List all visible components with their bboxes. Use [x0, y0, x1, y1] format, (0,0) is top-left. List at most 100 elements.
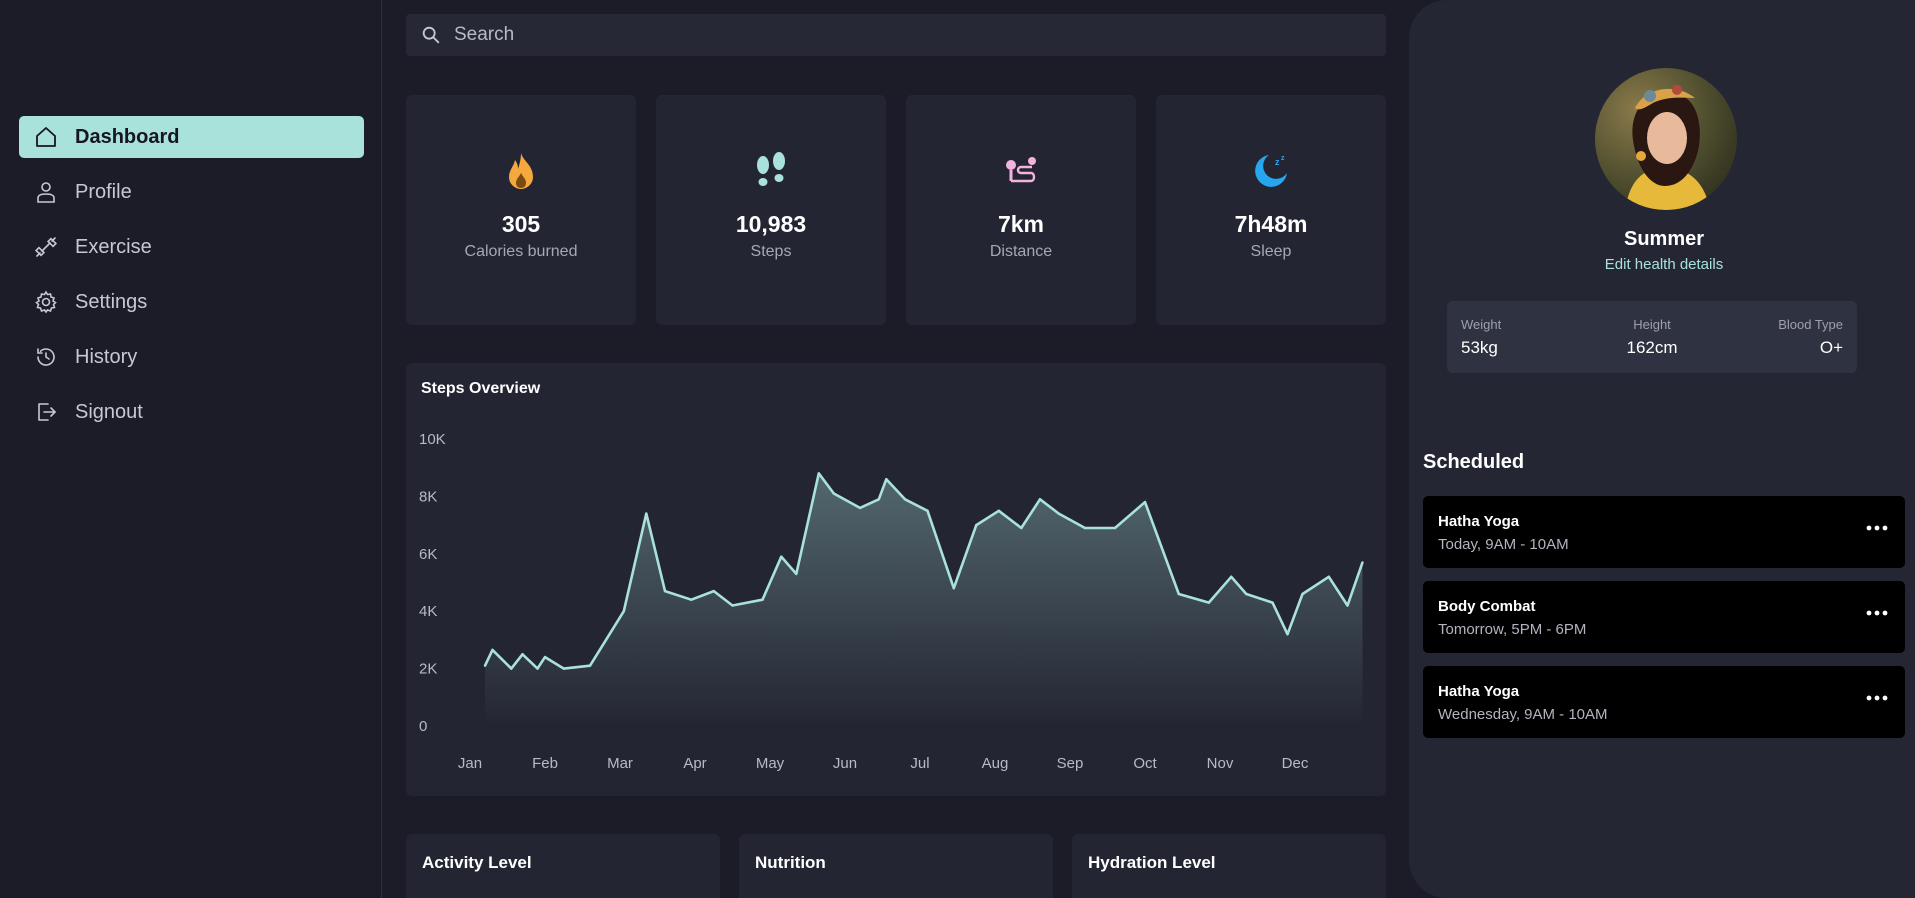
svg-text:z: z: [1281, 155, 1285, 162]
main-content: 305 Calories burned 10,983 Steps 7km Dis…: [406, 0, 1386, 898]
steps-data-point: [1020, 526, 1023, 530]
gear-icon: [33, 289, 59, 315]
activity-level-card: Activity Level: [406, 834, 720, 898]
health-summary: Weight 53kg Height 162cm Blood Type O+: [1447, 301, 1857, 373]
stat-card-distance: 7km Distance: [906, 95, 1136, 325]
steps-data-point: [1245, 592, 1248, 596]
footprints-icon: [656, 151, 886, 191]
stats-row: 305 Calories burned 10,983 Steps 7km Dis…: [406, 95, 1386, 325]
x-tick-label: Apr: [683, 755, 706, 772]
steps-data-point: [1271, 601, 1274, 604]
more-options-icon[interactable]: [1865, 518, 1889, 538]
steps-data-point: [731, 604, 734, 607]
sidebar-item-label: History: [75, 345, 138, 368]
flame-icon: [406, 151, 636, 191]
y-tick-label: 2K: [419, 661, 437, 678]
x-tick-label: May: [756, 755, 785, 772]
sidebar-item-label: Settings: [75, 290, 148, 313]
scheduled-item-time: Tomorrow, 5PM - 6PM: [1438, 621, 1587, 638]
steps-data-point: [712, 589, 715, 593]
scheduled-item-time: Wednesday, 9AM - 10AM: [1438, 706, 1608, 723]
edit-health-details-link[interactable]: Edit health details: [1409, 256, 1915, 273]
x-tick-label: Feb: [532, 755, 558, 772]
steps-data-point: [622, 610, 625, 613]
steps-chart: 10K 8K 6K 4K 2K 0 Jan Feb Mar Apr May Jun Jul Aug Sep O…: [419, 431, 1364, 772]
sidebar-item-signout[interactable]: Signout: [19, 391, 364, 433]
x-tick-label: Jul: [910, 755, 929, 772]
app-root: Dashboard Profile Exercise Settings Hist…: [0, 0, 1915, 898]
steps-data-point: [1057, 512, 1060, 515]
avatar[interactable]: [1595, 68, 1737, 210]
stat-value: 7km: [997, 211, 1045, 237]
steps-data-point: [562, 667, 565, 670]
steps-data-point: [543, 655, 547, 659]
sidebar-item-exercise[interactable]: Exercise: [19, 226, 364, 268]
scheduled-item-name: Body Combat: [1438, 598, 1536, 615]
steps-data-point: [1207, 601, 1210, 604]
steps-data-point: [1038, 498, 1042, 501]
steps-data-point: [1230, 575, 1233, 578]
stat-label: Calories burned: [464, 243, 578, 260]
steps-data-point: [877, 498, 880, 501]
sidebar-item-history[interactable]: History: [19, 336, 364, 378]
scheduled-item-name: Hatha Yoga: [1438, 683, 1520, 700]
scheduled-item[interactable]: Hatha Yoga Wednesday, 9AM - 10AM: [1423, 666, 1905, 738]
more-options-icon[interactable]: [1865, 688, 1889, 708]
sidebar-item-settings[interactable]: Settings: [19, 281, 364, 323]
stat-card-calories: 305 Calories burned: [406, 95, 636, 325]
search-bar: [406, 14, 1386, 56]
moon-sleep-icon: zz: [1156, 151, 1386, 191]
steps-data-point: [1083, 526, 1087, 530]
sidebar-item-label: Profile: [75, 180, 132, 203]
stat-label: Distance: [989, 243, 1053, 260]
scheduled-item[interactable]: Body Combat Tomorrow, 5PM - 6PM: [1423, 581, 1905, 653]
sidebar-item-label: Exercise: [75, 235, 152, 258]
y-tick-label: 0: [419, 718, 427, 735]
steps-data-point: [975, 523, 978, 527]
sidebar: Dashboard Profile Exercise Settings Hist…: [0, 0, 382, 898]
steps-data-point: [952, 587, 955, 590]
y-tick-label: 4K: [419, 603, 437, 620]
steps-data-point: [1361, 561, 1364, 564]
sidebar-item-profile[interactable]: Profile: [19, 171, 364, 213]
health-blood-type: Blood Type O+: [1778, 317, 1843, 358]
search-icon: [420, 24, 442, 46]
steps-data-point: [795, 572, 798, 576]
steps-data-point: [926, 509, 929, 512]
user-icon: [33, 179, 59, 205]
steps-data-point: [761, 598, 764, 601]
scheduled-title: Scheduled: [1423, 451, 1525, 473]
stat-value: 10,983: [735, 211, 807, 237]
profile-panel: Summer Edit health details Weight 53kg H…: [1409, 0, 1915, 898]
steps-data-point: [997, 509, 1000, 512]
steps-data-point: [1327, 575, 1330, 578]
steps-data-point: [1346, 604, 1349, 607]
stat-value: 305: [501, 211, 541, 237]
steps-data-point: [1301, 592, 1304, 596]
sidebar-item-label: Dashboard: [75, 125, 180, 148]
scheduled-item[interactable]: Hatha Yoga Today, 9AM - 10AM: [1423, 496, 1905, 568]
steps-data-point: [832, 492, 835, 495]
profile-name: Summer: [1623, 228, 1705, 250]
nutrition-card: Nutrition: [739, 834, 1053, 898]
history-icon: [33, 344, 59, 370]
health-value: O+: [1819, 338, 1843, 357]
x-tick-label: Oct: [1133, 755, 1157, 772]
x-tick-label: Aug: [982, 755, 1009, 772]
steps-data-point: [663, 589, 667, 593]
more-options-icon[interactable]: [1865, 603, 1889, 623]
x-tick-label: Dec: [1282, 755, 1309, 772]
search-input[interactable]: [454, 24, 1354, 46]
stat-value: 7h48m: [1234, 211, 1308, 237]
signout-icon: [33, 399, 59, 425]
steps-data-point: [536, 667, 539, 670]
home-icon: [33, 124, 59, 150]
stat-card-sleep: zz 7h48m Sleep: [1156, 95, 1386, 325]
card-title: Hydration Level: [1088, 853, 1216, 872]
steps-data-point: [690, 598, 693, 601]
distance-icon: [906, 151, 1136, 191]
steps-data-point: [1286, 633, 1289, 636]
sidebar-item-dashboard[interactable]: Dashboard: [19, 116, 364, 158]
stat-card-steps: 10,983 Steps: [656, 95, 886, 325]
stat-label: Sleep: [1250, 243, 1292, 260]
